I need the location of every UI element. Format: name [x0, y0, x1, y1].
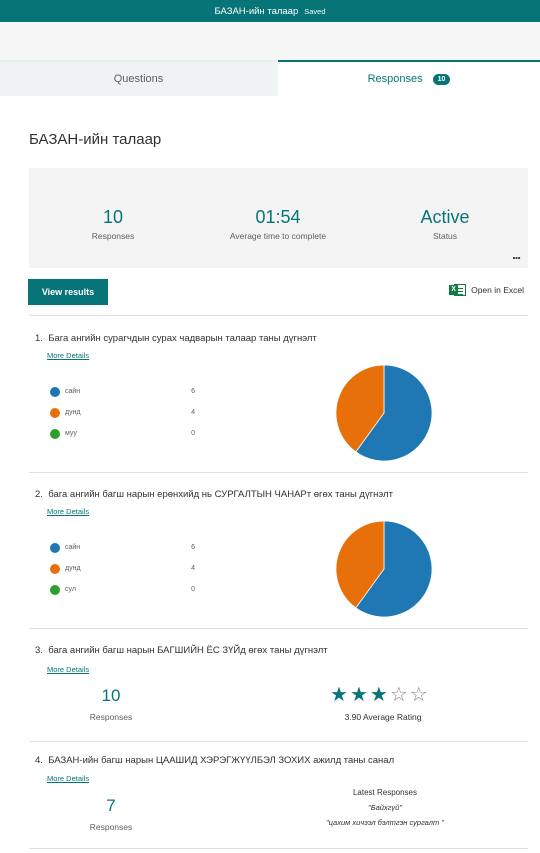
legend-label: дунд	[65, 565, 81, 572]
status-label: Status	[432, 231, 458, 241]
question-3-text: бага ангийн багш нарын БАГШИЙН ЁС ЗҮЙд ө…	[48, 645, 328, 656]
green-dot-icon	[50, 585, 60, 595]
divider	[29, 315, 528, 316]
legend-label: сул	[65, 586, 76, 593]
blue-dot-icon	[50, 387, 60, 397]
star-empty-icon: ☆	[389, 682, 408, 706]
divider	[29, 628, 528, 629]
legend-item: дунд 4	[50, 563, 195, 584]
tab-questions[interactable]: Questions	[0, 60, 277, 96]
legend-count: 6	[191, 544, 195, 551]
legend-item: сайн 6	[50, 542, 195, 563]
status-value: Active	[420, 207, 470, 227]
blue-dot-icon	[50, 543, 60, 553]
question-4-responses-stat: 7 Responses	[61, 796, 161, 832]
question-4-responses-count: 7	[106, 796, 116, 815]
question-2-text: бага ангийн багш нарын ерөнхийд нь СУРГА…	[48, 489, 393, 500]
star-filled-icon: ★	[330, 682, 348, 706]
legend-count: 0	[191, 430, 195, 437]
star-filled-icon: ★	[349, 682, 368, 706]
avg-time-value: 01:54	[255, 207, 301, 227]
legend-label: дунд	[65, 409, 81, 416]
question-3-title: 3. бага ангийн багш нарын БАГШИЙН ЁС ЗҮЙ…	[35, 645, 328, 656]
question-3-responses-label: Responses	[89, 712, 133, 722]
view-results-button[interactable]: View results	[28, 279, 108, 305]
responses-count-badge: 10	[432, 73, 451, 85]
legend-item: муу 0	[50, 428, 195, 449]
status-stat: Active Status	[395, 206, 495, 241]
question-3-number: 3.	[35, 645, 43, 656]
question-3-more-details[interactable]: More Details	[47, 665, 89, 674]
more-options-icon[interactable]: ...	[512, 247, 521, 262]
latest-response-item: "цахим хичээл бэлтгэн сургалт "	[325, 818, 444, 827]
legend-item: сул 0	[50, 584, 195, 605]
divider	[29, 741, 528, 742]
rating-stars: ★ ★ ★ ☆ ☆	[330, 683, 428, 705]
question-1-title: 1. Бага ангийн сурагчдын сурах чадварын …	[35, 333, 317, 344]
divider	[29, 472, 528, 473]
avg-time-stat: 01:54 Average time to complete	[213, 206, 343, 241]
question-1-pie-chart	[335, 364, 433, 462]
question-2-number: 2.	[35, 489, 43, 500]
question-4-title: 4. БАЗАН-ийн багш нарын ЦААШИД ХЭРЭГЖҮҮЛ…	[35, 755, 394, 766]
question-2-pie-chart	[335, 520, 433, 618]
responses-label: Responses	[91, 231, 135, 241]
open-in-excel-label: Open in Excel	[471, 285, 524, 295]
question-2-legend: сайн 6 дунд 4 сул 0	[50, 542, 195, 605]
latest-responses-label: Latest Responses	[352, 788, 418, 797]
legend-count: 0	[191, 586, 195, 593]
legend-label: сайн	[65, 544, 81, 551]
responses-stat: 10 Responses	[63, 206, 163, 241]
toolbar-strip	[0, 22, 540, 54]
question-2-more-details[interactable]: More Details	[47, 507, 89, 516]
tab-responses[interactable]: Responses 10	[278, 60, 540, 96]
avg-time-label: Average time to complete	[229, 231, 327, 241]
star-empty-icon: ☆	[409, 682, 428, 706]
excel-icon: X	[449, 283, 467, 297]
question-3-responses-stat: 10 Responses	[61, 686, 161, 722]
question-1-legend: сайн 6 дунд 4 муу 0	[50, 386, 195, 449]
form-title: БАЗАН-ийн талаар	[29, 131, 162, 148]
legend-item: дунд 4	[50, 407, 195, 428]
latest-responses: Latest Responses "Байхгүй" "цахим хичээл…	[290, 788, 480, 833]
latest-response-item: "Байхгүй"	[368, 803, 402, 812]
question-1-number: 1.	[35, 333, 43, 344]
question-1-more-details[interactable]: More Details	[47, 351, 89, 360]
legend-label: сайн	[65, 388, 81, 395]
question-4-text: БАЗАН-ийн багш нарын ЦААШИД ХЭРЭГЖҮҮЛБЭЛ…	[48, 755, 395, 766]
header-title: БАЗАН-ийн талаар	[214, 5, 299, 17]
divider	[29, 848, 528, 849]
star-filled-icon: ★	[369, 682, 388, 706]
responses-count: 10	[102, 207, 124, 227]
question-4-responses-label: Responses	[89, 822, 133, 832]
question-4-more-details[interactable]: More Details	[47, 774, 89, 783]
top-header-bar: БАЗАН-ийн талаар Saved	[0, 0, 540, 22]
orange-dot-icon	[50, 564, 60, 574]
green-dot-icon	[50, 429, 60, 439]
legend-count: 4	[191, 565, 195, 572]
open-in-excel-link[interactable]: X Open in Excel	[449, 283, 524, 297]
legend-item: сайн 6	[50, 386, 195, 407]
legend-count: 4	[191, 409, 195, 416]
tab-responses-label: Responses	[367, 73, 423, 85]
legend-label: муу	[65, 430, 77, 437]
saved-indicator: Saved	[304, 6, 326, 16]
average-rating-label: 3.90 Average Rating	[344, 712, 422, 722]
orange-dot-icon	[50, 408, 60, 418]
question-4-number: 4.	[35, 755, 43, 766]
summary-panel: 10 Responses 01:54 Average time to compl…	[29, 168, 528, 268]
legend-count: 6	[191, 388, 195, 395]
question-3-responses-count: 10	[101, 686, 121, 705]
question-1-text: Бага ангийн сурагчдын сурах чадварын тал…	[48, 333, 317, 344]
tab-bar: Questions Responses 10	[0, 54, 540, 96]
tab-questions-label: Questions	[113, 73, 164, 85]
question-2-title: 2. бага ангийн багш нарын ерөнхийд нь СУ…	[35, 489, 393, 500]
